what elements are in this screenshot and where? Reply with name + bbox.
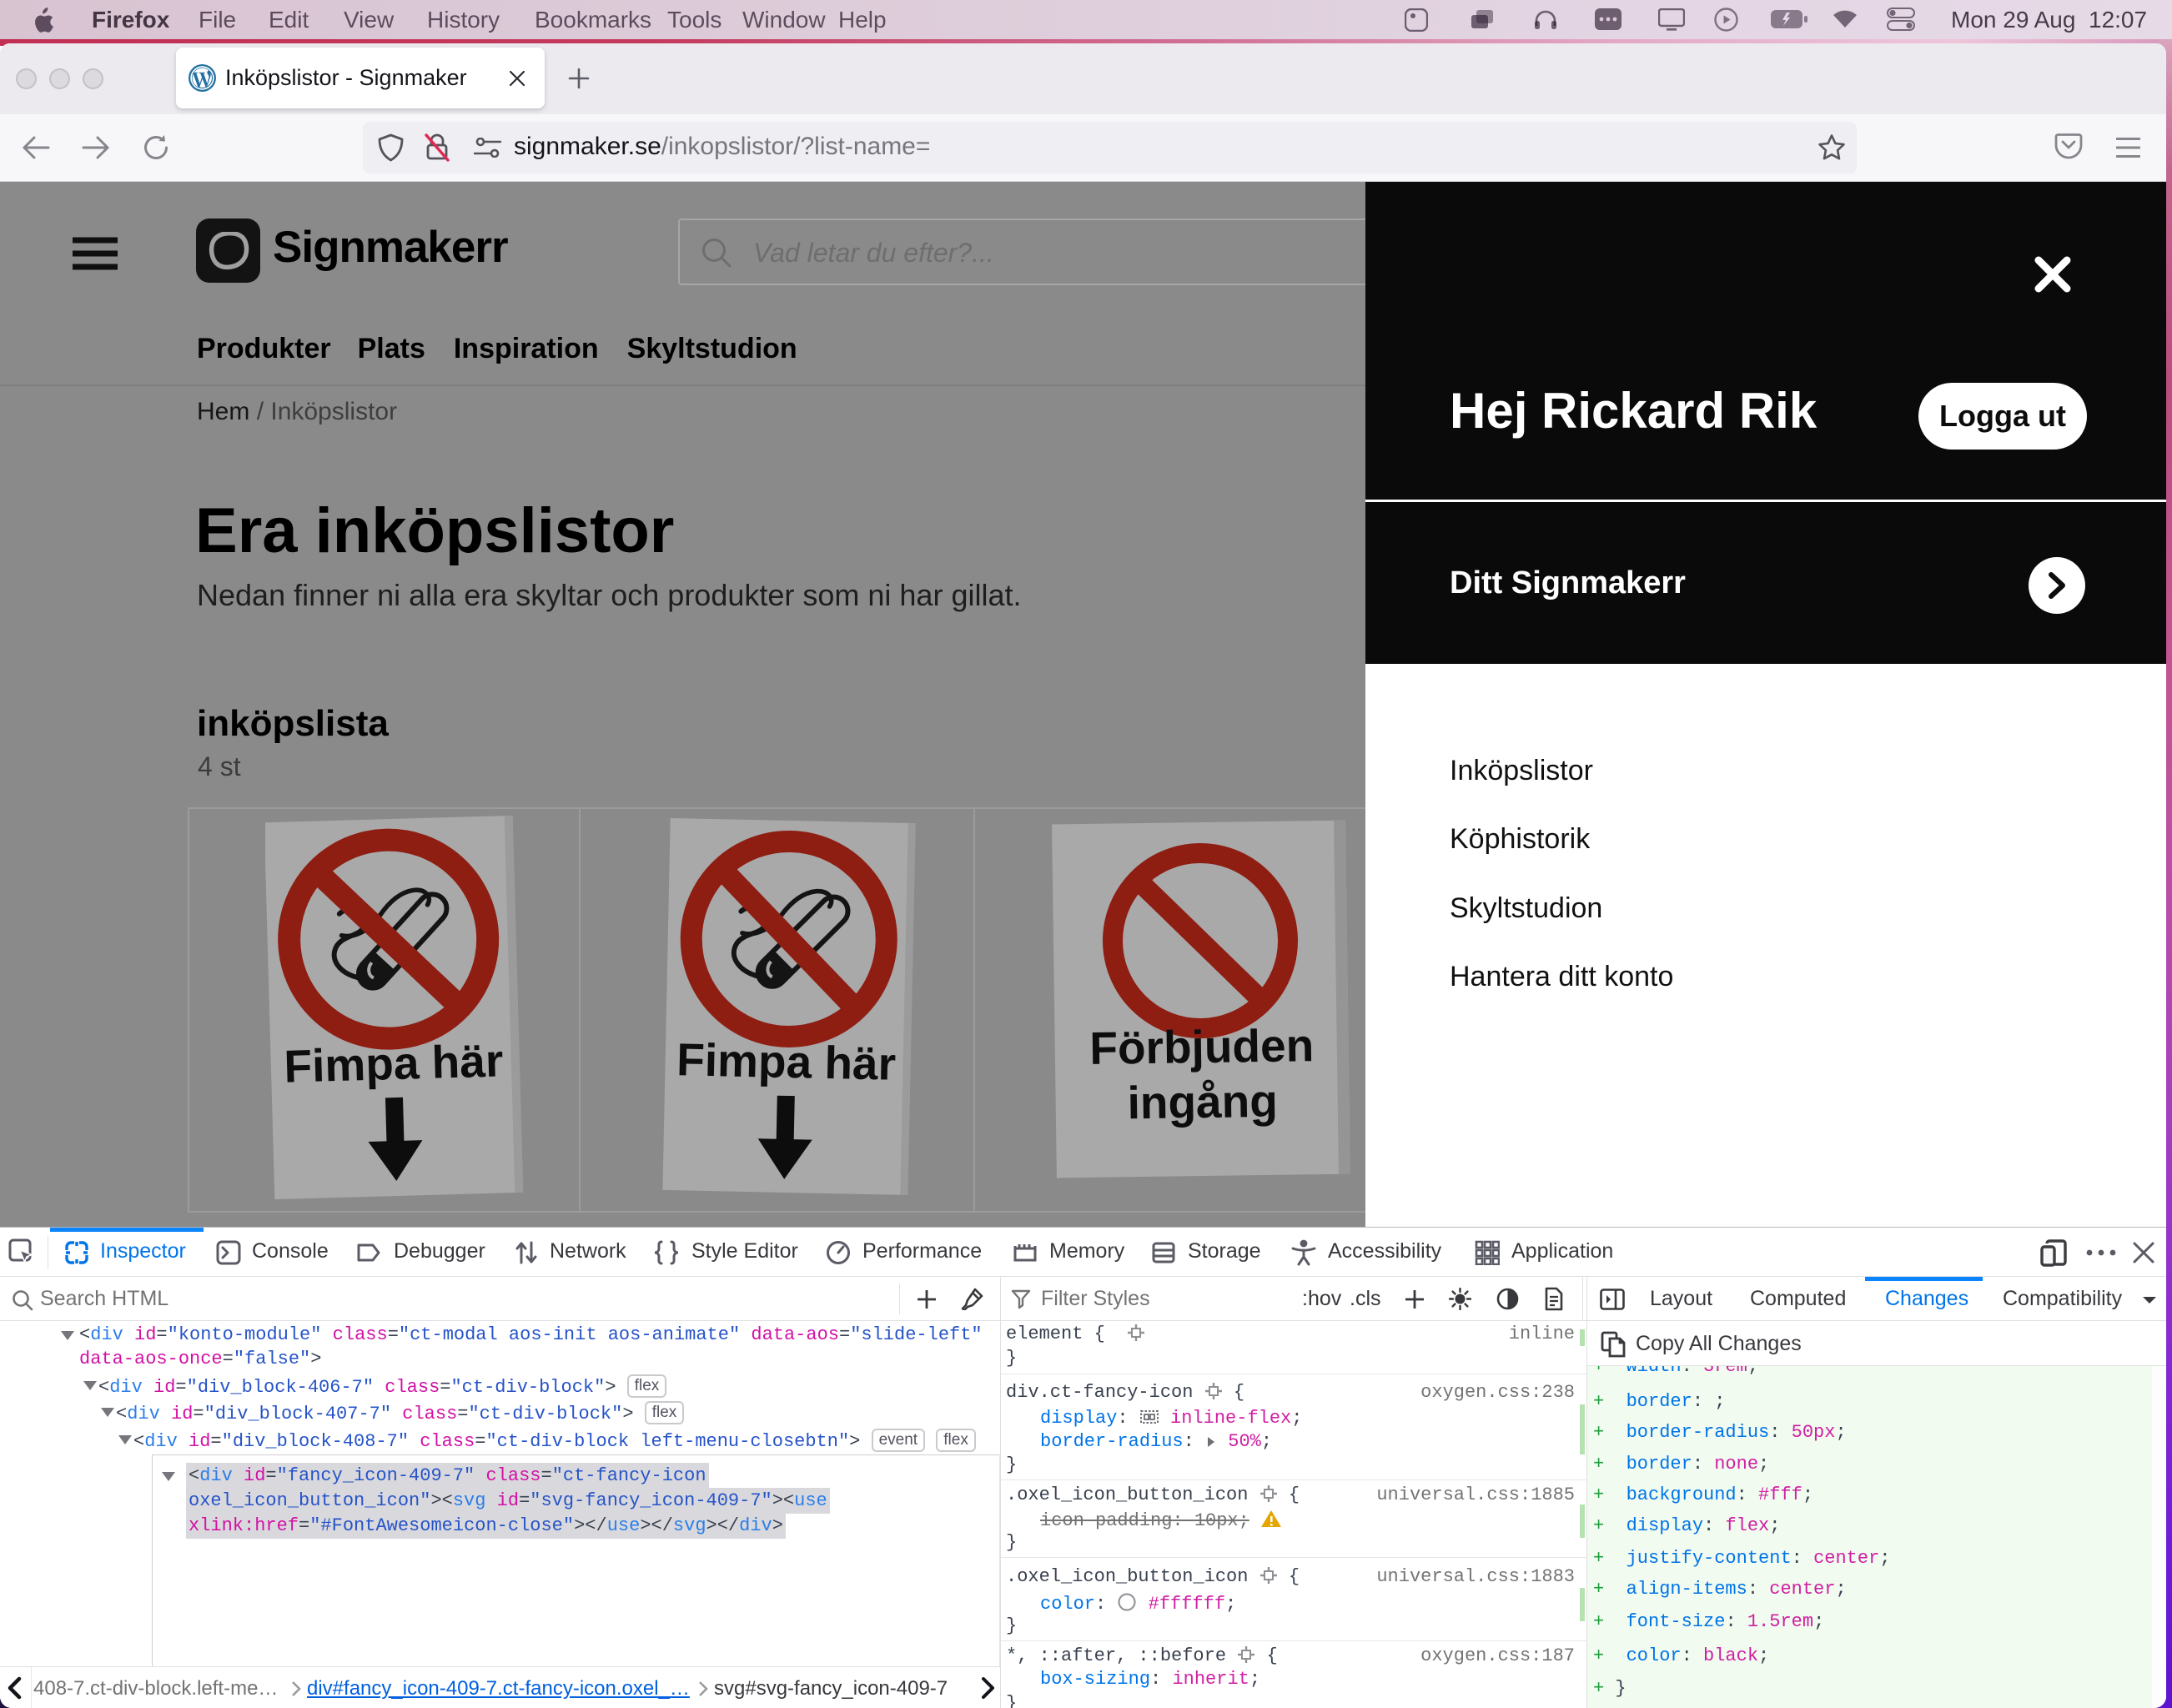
svg-text:ingång: ingång [1127,1075,1278,1129]
svg-text:Förbjuden: Förbjuden [1089,1019,1315,1074]
svg-text:Fimpa här: Fimpa här [676,1033,897,1089]
svg-text:Fimpa här: Fimpa här [284,1034,504,1092]
